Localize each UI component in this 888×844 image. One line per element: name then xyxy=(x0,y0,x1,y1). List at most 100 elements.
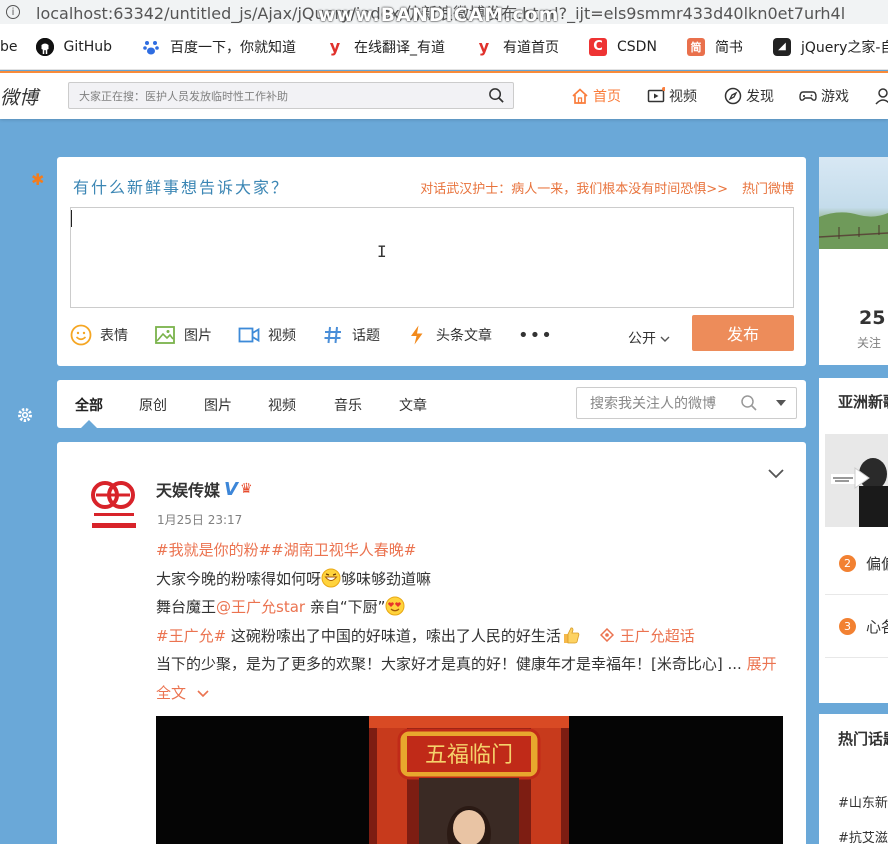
search-icon[interactable] xyxy=(488,87,505,104)
feed-tabs: 全部 原创 图片 视频 音乐 文章 搜索我关注人的微博 xyxy=(57,380,806,428)
bookmark-label: 在线翻译_有道 xyxy=(354,39,446,56)
username-text: 天娱传媒 xyxy=(156,481,221,500)
tab-video[interactable]: 视频 xyxy=(268,395,296,415)
composer-toolbar: 表情 图片 视频 话题 头条文章 ••• xyxy=(70,323,579,347)
post-composer: 有什么新鲜事想告诉大家？ 对话武汉护士：病人一来，我们根本没有时间恐惧>> 热门微… xyxy=(57,157,806,366)
tool-video[interactable]: 视频 xyxy=(238,324,296,346)
tool-label: 头条文章 xyxy=(436,328,492,344)
nav-video[interactable]: 视频 xyxy=(647,86,697,106)
video-frame: 五福临门 xyxy=(369,716,569,844)
section-title[interactable]: 热门话题 xyxy=(838,728,888,749)
video-camera-icon xyxy=(238,327,260,343)
tab-image[interactable]: 图片 xyxy=(204,395,232,415)
chart-cover-image[interactable] xyxy=(825,434,888,527)
tab-article[interactable]: 文章 xyxy=(399,395,427,415)
chevron-down-icon[interactable] xyxy=(768,469,784,479)
hot-weibo-link[interactable]: 热门微博 xyxy=(742,182,794,197)
topic-item[interactable]: #抗艾滋 xyxy=(838,827,888,844)
heart-eyes-emoji-icon xyxy=(385,596,405,616)
lightning-icon xyxy=(411,325,423,345)
bookmark-jquery[interactable]: ◢ jQuery之家-自由 xyxy=(772,37,888,57)
post-username[interactable]: 天娱传媒 V ♛ xyxy=(156,477,253,501)
nav-label: 游戏 xyxy=(821,89,849,105)
chart-item[interactable]: 2 偏偏 xyxy=(839,553,888,574)
search-placeholder: 大家正在搜：医护人员发放临时性工作补助 xyxy=(79,89,288,103)
tool-label: 视频 xyxy=(268,328,296,344)
bookmark-youdao-home[interactable]: y 有道首页 xyxy=(475,37,559,57)
bookmark-jianshu[interactable]: 简 简书 xyxy=(686,37,743,57)
section-title[interactable]: 亚洲新歌榜 xyxy=(838,391,888,412)
jquery-icon: ◢ xyxy=(772,37,791,56)
star-icon[interactable]: ✱ xyxy=(31,170,44,189)
chevron-down-icon xyxy=(197,689,209,697)
rank-number: 2 xyxy=(839,555,856,572)
tab-all[interactable]: 全部 xyxy=(75,395,103,415)
bookmark-label: CSDN xyxy=(617,38,657,55)
topic-link[interactable]: #我就是你的粉##湖南卫视华人春晚# xyxy=(156,541,416,559)
info-icon[interactable]: i xyxy=(6,5,20,19)
nav-discover[interactable]: 发现 xyxy=(724,86,774,106)
gamepad-icon xyxy=(799,91,817,101)
hot-news-link[interactable]: 对话武汉护士：病人一来，我们根本没有时间恐惧>> xyxy=(420,182,728,197)
tool-more[interactable]: ••• xyxy=(518,325,553,346)
more-dots-icon: ••• xyxy=(518,324,553,346)
feed-post: 天娱传媒 V ♛ 1月25日 23:17 #我就是你的粉##湖南卫视华人春晚# … xyxy=(57,442,806,844)
profile-cover-image xyxy=(819,157,888,249)
tool-label: 话题 xyxy=(352,328,380,344)
bookmark-baidu[interactable]: 百度一下，你就知道 xyxy=(142,37,296,57)
caret-down-icon[interactable] xyxy=(776,400,786,406)
crown-icon: ♛ xyxy=(239,481,253,497)
post-line: 这碗粉嗦出了中国的好味道，嗦出了人民的好生活 xyxy=(226,626,561,645)
bookmark-be[interactable]: be xyxy=(0,39,18,55)
gear-icon[interactable] xyxy=(16,406,34,424)
follow-label: 关注 xyxy=(857,336,882,350)
visibility-dropdown[interactable]: 公开 xyxy=(628,328,670,348)
super-topic-link[interactable]: 王广允超话 xyxy=(599,627,695,645)
rank-number: 3 xyxy=(839,618,856,635)
super-topic-icon xyxy=(599,627,614,642)
weibo-search-input[interactable]: 大家正在搜：医护人员发放临时性工作补助 xyxy=(68,82,514,109)
bookmark-youdao-translate[interactable]: y 在线翻译_有道 xyxy=(326,37,445,57)
weibo-logo[interactable]: 微博 xyxy=(0,83,58,110)
topic-item[interactable]: #山东新 xyxy=(838,792,888,811)
divider xyxy=(825,594,888,595)
user-icon[interactable] xyxy=(874,87,888,105)
publish-button[interactable]: 发布 xyxy=(692,315,794,351)
search-icon[interactable] xyxy=(740,394,758,412)
bookmark-label: jQuery之家-自由 xyxy=(800,39,888,56)
post-line: 大家今晚的粉嗦得如何呀 xyxy=(156,569,322,588)
tab-original[interactable]: 原创 xyxy=(139,395,167,415)
video-thumbnail-image: 五福临门 xyxy=(369,716,569,844)
post-line: 够味够劲道嘛 xyxy=(341,569,432,588)
music-chart-card: 亚洲新歌榜 2 偏偏 3 心各 xyxy=(819,378,888,703)
nav-label: 首页 xyxy=(593,89,621,105)
hot-topics-card: 热门话题 #山东新 #抗艾滋 xyxy=(819,714,888,844)
composer-textarea[interactable] xyxy=(70,207,794,308)
tool-emoji[interactable]: 表情 xyxy=(70,324,128,346)
bookmark-csdn[interactable]: C CSDN xyxy=(589,37,657,56)
post-time[interactable]: 1月25日 23:17 xyxy=(157,511,242,528)
nav-home[interactable]: 首页 xyxy=(571,86,621,106)
tool-image[interactable]: 图片 xyxy=(154,324,212,346)
chart-item[interactable]: 3 心各 xyxy=(839,616,888,637)
thumbs-up-emoji-icon xyxy=(563,627,580,643)
ibeam-cursor-icon: I xyxy=(377,242,387,261)
nav-label: 视频 xyxy=(669,89,697,105)
post-video[interactable]: 五福临门 xyxy=(156,716,783,844)
follow-count[interactable]: 25 xyxy=(859,307,885,329)
tab-music[interactable]: 音乐 xyxy=(334,395,362,415)
topic-link[interactable]: #王广允# xyxy=(156,627,226,645)
feed-search-input[interactable]: 搜索我关注人的微博 xyxy=(576,387,797,419)
bookmark-label: 有道首页 xyxy=(503,39,560,56)
tool-article[interactable]: 头条文章 xyxy=(406,324,492,346)
avatar[interactable] xyxy=(88,475,140,533)
nav-games[interactable]: 游戏 xyxy=(799,86,849,106)
bookmark-github[interactable]: GitHub xyxy=(35,37,112,56)
tool-topic[interactable]: 话题 xyxy=(322,324,380,346)
mention-link[interactable]: @王广允star xyxy=(216,598,305,616)
post-line: 当下的少聚，是为了更多的欢聚！大家好才是真的好！健康年才是幸福年！[米奇比心] xyxy=(156,655,723,673)
image-icon xyxy=(155,326,175,344)
divider xyxy=(825,657,888,658)
text-caret xyxy=(71,210,72,227)
bookmark-label: 简书 xyxy=(714,39,743,56)
